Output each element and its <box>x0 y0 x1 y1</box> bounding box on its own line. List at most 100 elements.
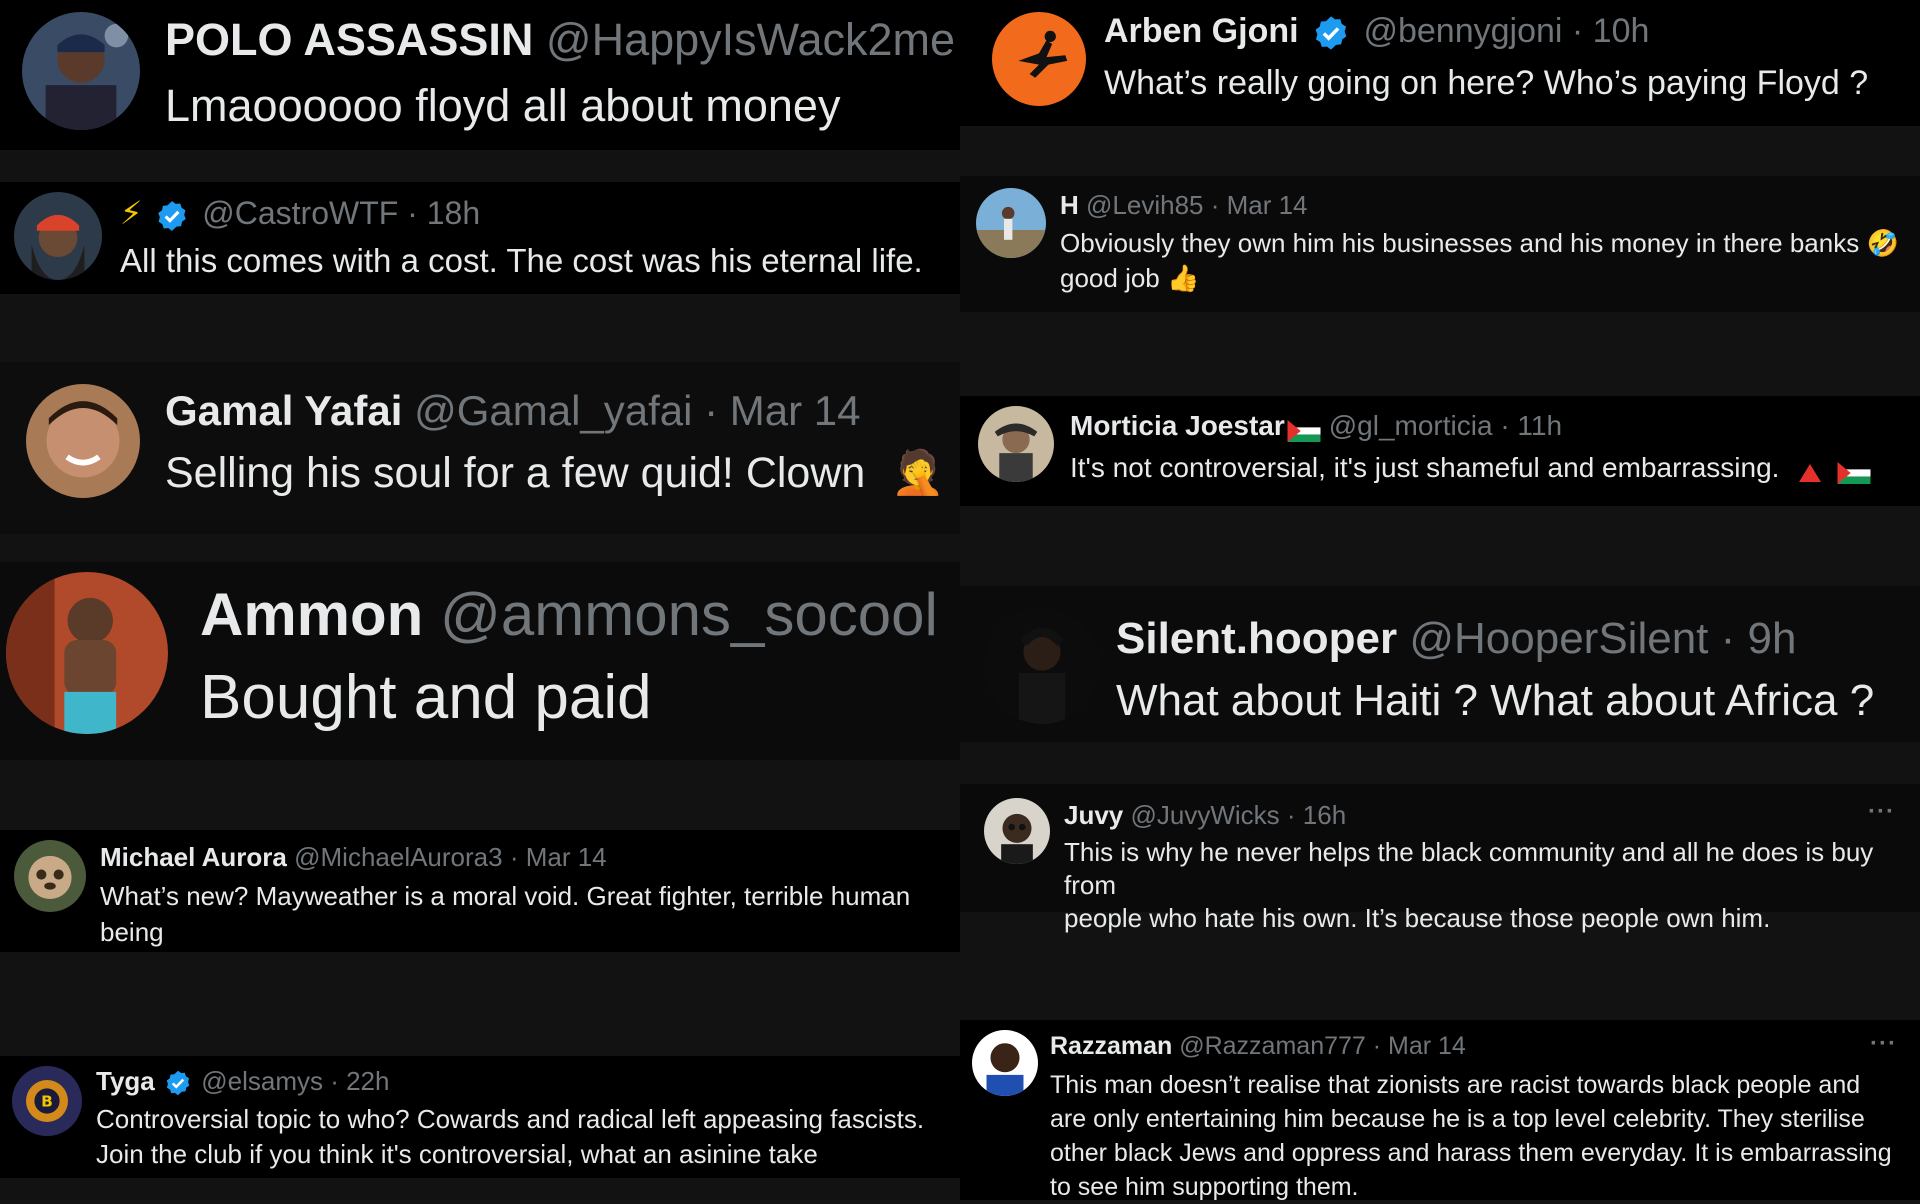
tweet-text-line: are only entertaining him because he is … <box>1050 1105 1865 1133</box>
tweet-text-line: Obviously they own him his businesses an… <box>1060 228 1860 258</box>
tweet-header: Razzaman @Razzaman777 · Mar 14 <box>1050 1032 1466 1061</box>
tweet-text: What’s new? Mayweather is a moral void. … <box>100 878 910 950</box>
user-handle[interactable]: @gl_morticia · 11h <box>1329 410 1562 441</box>
tweet-tyga[interactable]: B Tyga @elsamys · 22h Controversial topi… <box>0 1056 960 1178</box>
tweet-header: POLO ASSASSIN @HappyIsWack2me <box>165 14 955 66</box>
tweet-text-line: Controversial topic to who? Cowards and … <box>96 1104 925 1134</box>
tweet-text: This is why he never helps the black com… <box>1064 836 1920 935</box>
display-name[interactable]: Arben Gjoni <box>1104 12 1299 50</box>
tweet-morticia-joestar[interactable]: Morticia Joestar @gl_morticia · 11h It's… <box>960 396 1920 506</box>
lightning-icon: ⚡ <box>120 195 143 231</box>
tweet-header: H @Levih85 · Mar 14 <box>1060 190 1308 221</box>
user-handle[interactable]: @Gamal_yafai · Mar 14 <box>414 387 860 434</box>
user-handle[interactable]: @CastroWTF · 18h <box>202 195 480 231</box>
tweet-header: ⚡ @CastroWTF · 18h <box>120 194 480 233</box>
avatar[interactable] <box>984 798 1050 864</box>
verified-badge-icon <box>155 199 189 233</box>
tweet-michael-aurora[interactable]: Michael Aurora @MichaelAurora3 · Mar 14 … <box>0 830 960 952</box>
avatar[interactable]: B <box>12 1066 82 1136</box>
avatar[interactable] <box>992 12 1086 106</box>
tweet-text: Lmaoooooo floyd all about money <box>165 80 841 131</box>
user-handle[interactable]: @HooperSilent · 9h <box>1409 614 1796 663</box>
display-name[interactable]: POLO ASSASSIN <box>165 14 533 65</box>
user-handle[interactable]: @HappyIsWack2me <box>546 14 955 65</box>
tweet-text: This man doesn’t realise that zionists a… <box>1050 1068 1892 1204</box>
more-options-button[interactable]: ··· <box>1868 798 1895 826</box>
tweet-header: Silent.hooper @HooperSilent · 9h <box>1116 614 1796 664</box>
avatar[interactable] <box>22 12 140 130</box>
avatar[interactable] <box>978 406 1054 482</box>
tweet-juvy[interactable]: Juvy @JuvyWicks · 16h ··· This is why he… <box>960 784 1920 933</box>
tweet-arben-gjoni[interactable]: Arben Gjoni @bennygjoni · 10h What’s rea… <box>960 0 1920 126</box>
thumbs-up-icon: 👍 <box>1167 263 1200 293</box>
palestine-flag-icon <box>1837 459 1871 484</box>
tweet-header: Arben Gjoni @bennygjoni · 10h <box>1104 12 1649 52</box>
display-name[interactable]: Tyga <box>96 1066 155 1096</box>
verified-badge-icon <box>1312 14 1350 52</box>
tweet-text-row: Selling his soul for a few quid! Clown 🤦 <box>165 448 945 498</box>
display-name[interactable]: Razzaman <box>1050 1032 1172 1060</box>
display-name[interactable]: Michael Aurora <box>100 842 287 872</box>
avatar[interactable] <box>972 1030 1038 1096</box>
tweet-text: All this comes with a cost. The cost was… <box>120 242 923 279</box>
avatar[interactable] <box>6 572 168 734</box>
tweet-text-line: This is why he never helps the black com… <box>1064 837 1874 900</box>
user-handle[interactable]: @MichaelAurora3 · Mar 14 <box>294 842 607 872</box>
more-options-button[interactable]: ··· <box>1870 1030 1897 1058</box>
user-handle[interactable]: @elsamys · 22h <box>201 1066 389 1096</box>
facepalm-icon: 🤦 <box>891 449 945 497</box>
left-column: POLO ASSASSIN @HappyIsWack2me Lmaoooooo … <box>0 0 960 1200</box>
tweet-text: Bought and paid <box>200 663 652 732</box>
tweet-gamal-yafai[interactable]: Gamal Yafai @Gamal_yafai · Mar 14 Sellin… <box>0 362 960 534</box>
user-handle[interactable]: @ammons_socool <box>440 581 938 648</box>
display-name[interactable]: Juvy <box>1064 800 1123 830</box>
user-handle[interactable]: @JuvyWicks · 16h <box>1131 800 1347 830</box>
tweet-header: Morticia Joestar @gl_morticia · 11h <box>1070 410 1562 442</box>
tweet-text-line: being <box>100 917 164 947</box>
tweet-header: Ammon @ammons_socool <box>200 580 938 649</box>
tweet-text-line: people who hate his own. It’s because th… <box>1064 903 1771 933</box>
tweet-silent-hooper[interactable]: Silent.hooper @HooperSilent · 9h What ab… <box>960 586 1920 742</box>
display-name[interactable]: Gamal Yafai <box>165 387 402 434</box>
tweet-header: Michael Aurora @MichaelAurora3 · Mar 14 <box>100 842 607 873</box>
tweet-text-line: Join the club if you think it's controve… <box>96 1139 818 1169</box>
tweet-razzaman[interactable]: Razzaman @Razzaman777 · Mar 14 ··· This … <box>960 1020 1920 1201</box>
avatar[interactable] <box>14 840 86 912</box>
user-handle[interactable]: @Razzaman777 · Mar 14 <box>1179 1032 1466 1060</box>
red-triangle-icon <box>1797 459 1823 482</box>
avatar[interactable] <box>14 192 102 280</box>
tweet-text-row: It's not controversial, it's just shamef… <box>1070 452 1871 484</box>
user-handle[interactable]: @Levih85 · Mar 14 <box>1086 190 1308 220</box>
tweet-text: Selling his soul for a few quid! Clown <box>165 449 866 497</box>
verified-badge-icon <box>164 1069 192 1097</box>
display-name[interactable]: Ammon <box>200 581 423 648</box>
tweet-text: It's not controversial, it's just shamef… <box>1070 452 1780 483</box>
display-name[interactable]: H <box>1060 190 1079 220</box>
svg-text:B: B <box>41 1093 53 1111</box>
rofl-icon: 🤣 <box>1866 228 1899 258</box>
tweet-h[interactable]: H @Levih85 · Mar 14 Obviously they own h… <box>960 176 1920 312</box>
tweet-text: Obviously they own him his businesses an… <box>1060 226 1899 296</box>
tweet-castrowtf[interactable]: ⚡ @CastroWTF · 18h All this comes with a… <box>0 182 960 294</box>
tweet-text-line: other black Jews and oppress and harass … <box>1050 1139 1892 1167</box>
tweet-text-line: This man doesn’t realise that zionists a… <box>1050 1071 1861 1099</box>
avatar[interactable] <box>26 384 140 498</box>
right-column: Arben Gjoni @bennygjoni · 10h What’s rea… <box>960 0 1920 1201</box>
tweet-text: What’s really going on here? Who’s payin… <box>1104 64 1869 102</box>
display-name[interactable]: Silent.hooper <box>1116 614 1397 663</box>
display-name[interactable]: Morticia Joestar <box>1070 410 1285 441</box>
tweet-polo-assassin[interactable]: POLO ASSASSIN @HappyIsWack2me Lmaoooooo … <box>0 0 960 150</box>
tweet-header: Gamal Yafai @Gamal_yafai · Mar 14 <box>165 387 861 435</box>
tweet-text-line: good job <box>1060 263 1160 293</box>
avatar[interactable] <box>976 188 1046 258</box>
tweet-header: Tyga @elsamys · 22h <box>96 1066 389 1097</box>
tweet-text-line: What’s new? Mayweather is a moral void. … <box>100 881 911 911</box>
palestine-flag-icon <box>1287 417 1321 442</box>
user-handle[interactable]: @bennygjoni · 10h <box>1363 12 1649 50</box>
tweet-text: What about Haiti ? What about Africa ? <box>1116 676 1875 725</box>
tweet-text: Controversial topic to who? Cowards and … <box>96 1102 924 1172</box>
tweet-header: Juvy @JuvyWicks · 16h <box>1064 800 1346 831</box>
tweet-text-line: to see him supporting them. <box>1050 1173 1359 1201</box>
tweet-ammon[interactable]: Ammon @ammons_socool Bought and paid <box>0 562 960 760</box>
avatar[interactable] <box>984 608 1100 724</box>
